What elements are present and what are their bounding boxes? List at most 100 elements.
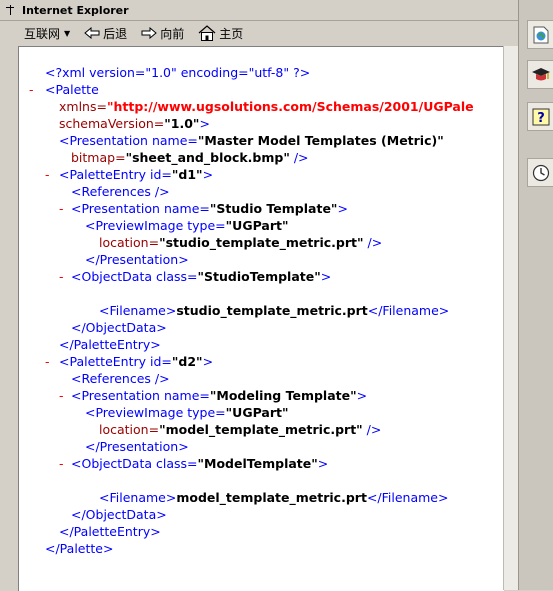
xmlns-value: "http://www.ugsolutions.com/Schemas/2001…	[106, 99, 474, 114]
filename-close-tag: </Filename>	[366, 490, 449, 505]
forward-label: 向前	[160, 26, 185, 41]
left-frame-strip	[0, 46, 18, 590]
clock-icon	[532, 164, 549, 181]
presentation-close-tag: </Presentation>	[85, 439, 189, 454]
filename-line: <Filename>studio_template_metric.prt</Fi…	[99, 302, 449, 319]
collapse-presentation-2-toggle[interactable]: -	[59, 387, 64, 404]
schema-attr: schemaVersion=	[59, 116, 165, 131]
xml-declaration: <?xml version="1.0" encoding="utf-8" ?>	[45, 64, 310, 81]
xml-decl-text: <?xml version="1.0" encoding="utf-8" ?>	[45, 65, 311, 80]
palette-entry-d2-line: <PaletteEntry id="d2">	[59, 353, 213, 370]
bitmap-line: bitmap="sheet_and_block.bmp" />	[71, 149, 309, 166]
window-titlebar: Internet Explorer	[0, 0, 518, 21]
objectdata-class-value: "ModelTemplate"	[197, 456, 318, 471]
filename-value: studio_template_metric.prt	[176, 303, 368, 318]
tag-end: >	[317, 456, 329, 471]
objectdata-close-tag: </ObjectData>	[71, 320, 167, 335]
collapse-entry-d2-toggle[interactable]: -	[45, 353, 50, 370]
references-line: <References />	[71, 370, 170, 387]
schema-value: "1.0"	[164, 116, 200, 131]
schema-version-line: schemaVersion="1.0">	[59, 115, 210, 132]
back-arrow-icon	[84, 27, 100, 39]
presentation-close-tag: </Presentation>	[85, 252, 189, 267]
location-attr: location=	[99, 235, 160, 250]
location-line: location="studio_template_metric.prt" />	[99, 234, 382, 251]
back-button[interactable]: 后退	[80, 22, 131, 44]
help-question-icon: ?	[532, 108, 549, 126]
location-attr: location=	[99, 422, 160, 437]
resource-tab-training[interactable]	[527, 60, 553, 89]
presentation-tag: <Presentation name=	[71, 388, 210, 403]
references-tag: <References />	[71, 184, 170, 199]
vertical-scrollbar[interactable]	[503, 46, 519, 590]
filename-value: model_template_metric.prt	[176, 490, 367, 505]
palette-entry-close-line: </PaletteEntry>	[59, 336, 161, 353]
palette-tag: <Palette	[45, 82, 99, 97]
forward-arrow-icon	[141, 27, 157, 39]
objectdata-tag: <ObjectData class=	[71, 456, 198, 471]
resource-tab-help[interactable]: ?	[527, 102, 553, 131]
dropdown-arrow-icon: ▼	[64, 28, 71, 38]
tag-end: >	[337, 201, 348, 216]
references-tag: <References />	[71, 371, 170, 386]
location-value: "studio_template_metric.prt"	[159, 235, 364, 250]
xml-document-view[interactable]: <?xml version="1.0" encoding="utf-8" ?> …	[18, 46, 505, 591]
filename-open-tag: <Filename>	[99, 490, 177, 505]
objectdata-close-line: </ObjectData>	[71, 319, 167, 336]
back-label: 后退	[103, 26, 128, 41]
palette-open-line: <Palette	[45, 81, 99, 98]
browser-toolbar: 互联网 ▼ 后退 向前 主页	[0, 21, 518, 45]
home-button[interactable]: 主页	[194, 22, 247, 44]
tag-end: >	[356, 388, 368, 403]
collapse-presentation-1-toggle[interactable]: -	[59, 200, 64, 217]
collapse-objectdata-1-toggle[interactable]: -	[59, 268, 64, 285]
presentation-name-value: "Studio Template"	[209, 201, 338, 216]
objectdata-class-value: "StudioTemplate"	[197, 269, 321, 284]
presentation-modeling-line: <Presentation name="Modeling Template">	[71, 387, 367, 404]
collapse-palette-toggle[interactable]: -	[29, 81, 34, 98]
objectdata-tag: <ObjectData class=	[71, 269, 198, 284]
objectdata-model-line: <ObjectData class="ModelTemplate">	[71, 455, 328, 472]
filename-close-tag: </Filename>	[367, 303, 450, 318]
preview-type-value: "UGPart"	[225, 405, 289, 420]
home-icon	[198, 25, 216, 41]
preview-image-tag: <PreviewImage type=	[85, 218, 226, 233]
palette-close-line: </Palette>	[45, 540, 113, 557]
palette-entry-close-tag: </PaletteEntry>	[59, 337, 161, 352]
presentation-close-line: </Presentation>	[85, 438, 189, 455]
presentation-name-value: "Modeling Template"	[209, 388, 357, 403]
presentation-close-line: </Presentation>	[85, 251, 189, 268]
palette-entry-close-line: </PaletteEntry>	[59, 523, 161, 540]
palette-entry-tag: <PaletteEntry id=	[59, 354, 172, 369]
xmlns-attr: xmlns=	[59, 99, 107, 114]
svg-text:?: ?	[537, 111, 545, 126]
tag-end: >	[199, 116, 210, 131]
internet-menu-button[interactable]: 互联网 ▼	[20, 22, 74, 44]
collapse-objectdata-2-toggle[interactable]: -	[59, 455, 64, 472]
preview-image-line: <PreviewImage type="UGPart"	[85, 217, 289, 234]
graduation-cap-icon	[531, 67, 550, 80]
collapse-entry-d1-toggle[interactable]: -	[45, 166, 50, 183]
location-value: "model_template_metric.prt"	[159, 422, 363, 437]
tag-end: >	[202, 167, 214, 182]
xmlns-line: xmlns="http://www.ugsolutions.com/Schema…	[59, 98, 474, 115]
filename-line: <Filename>model_template_metric.prt</Fil…	[99, 489, 448, 506]
bitmap-attr: bitmap=	[71, 150, 126, 165]
pin-icon[interactable]	[6, 4, 17, 16]
location-line: location="model_template_metric.prt" />	[99, 421, 381, 438]
forward-button[interactable]: 向前	[137, 22, 188, 44]
resource-tab-web[interactable]	[527, 20, 553, 49]
internet-menu-label: 互联网	[24, 26, 61, 41]
filename-open-tag: <Filename>	[99, 303, 177, 318]
objectdata-close-tag: </ObjectData>	[71, 507, 167, 522]
presentation-studio-line: <Presentation name="Studio Template">	[71, 200, 348, 217]
window-title: Internet Explorer	[22, 3, 129, 17]
palette-close-tag: </Palette>	[45, 541, 114, 556]
bitmap-value: "sheet_and_block.bmp"	[125, 150, 290, 165]
presentation-tag: <Presentation name=	[71, 201, 210, 216]
resource-tab-history[interactable]	[527, 158, 553, 187]
palette-entry-d1-line: <PaletteEntry id="d1">	[59, 166, 213, 183]
preview-type-value: "UGPart"	[225, 218, 289, 233]
web-page-icon	[533, 26, 548, 43]
presentation-tag: <Presentation name=	[59, 133, 198, 148]
